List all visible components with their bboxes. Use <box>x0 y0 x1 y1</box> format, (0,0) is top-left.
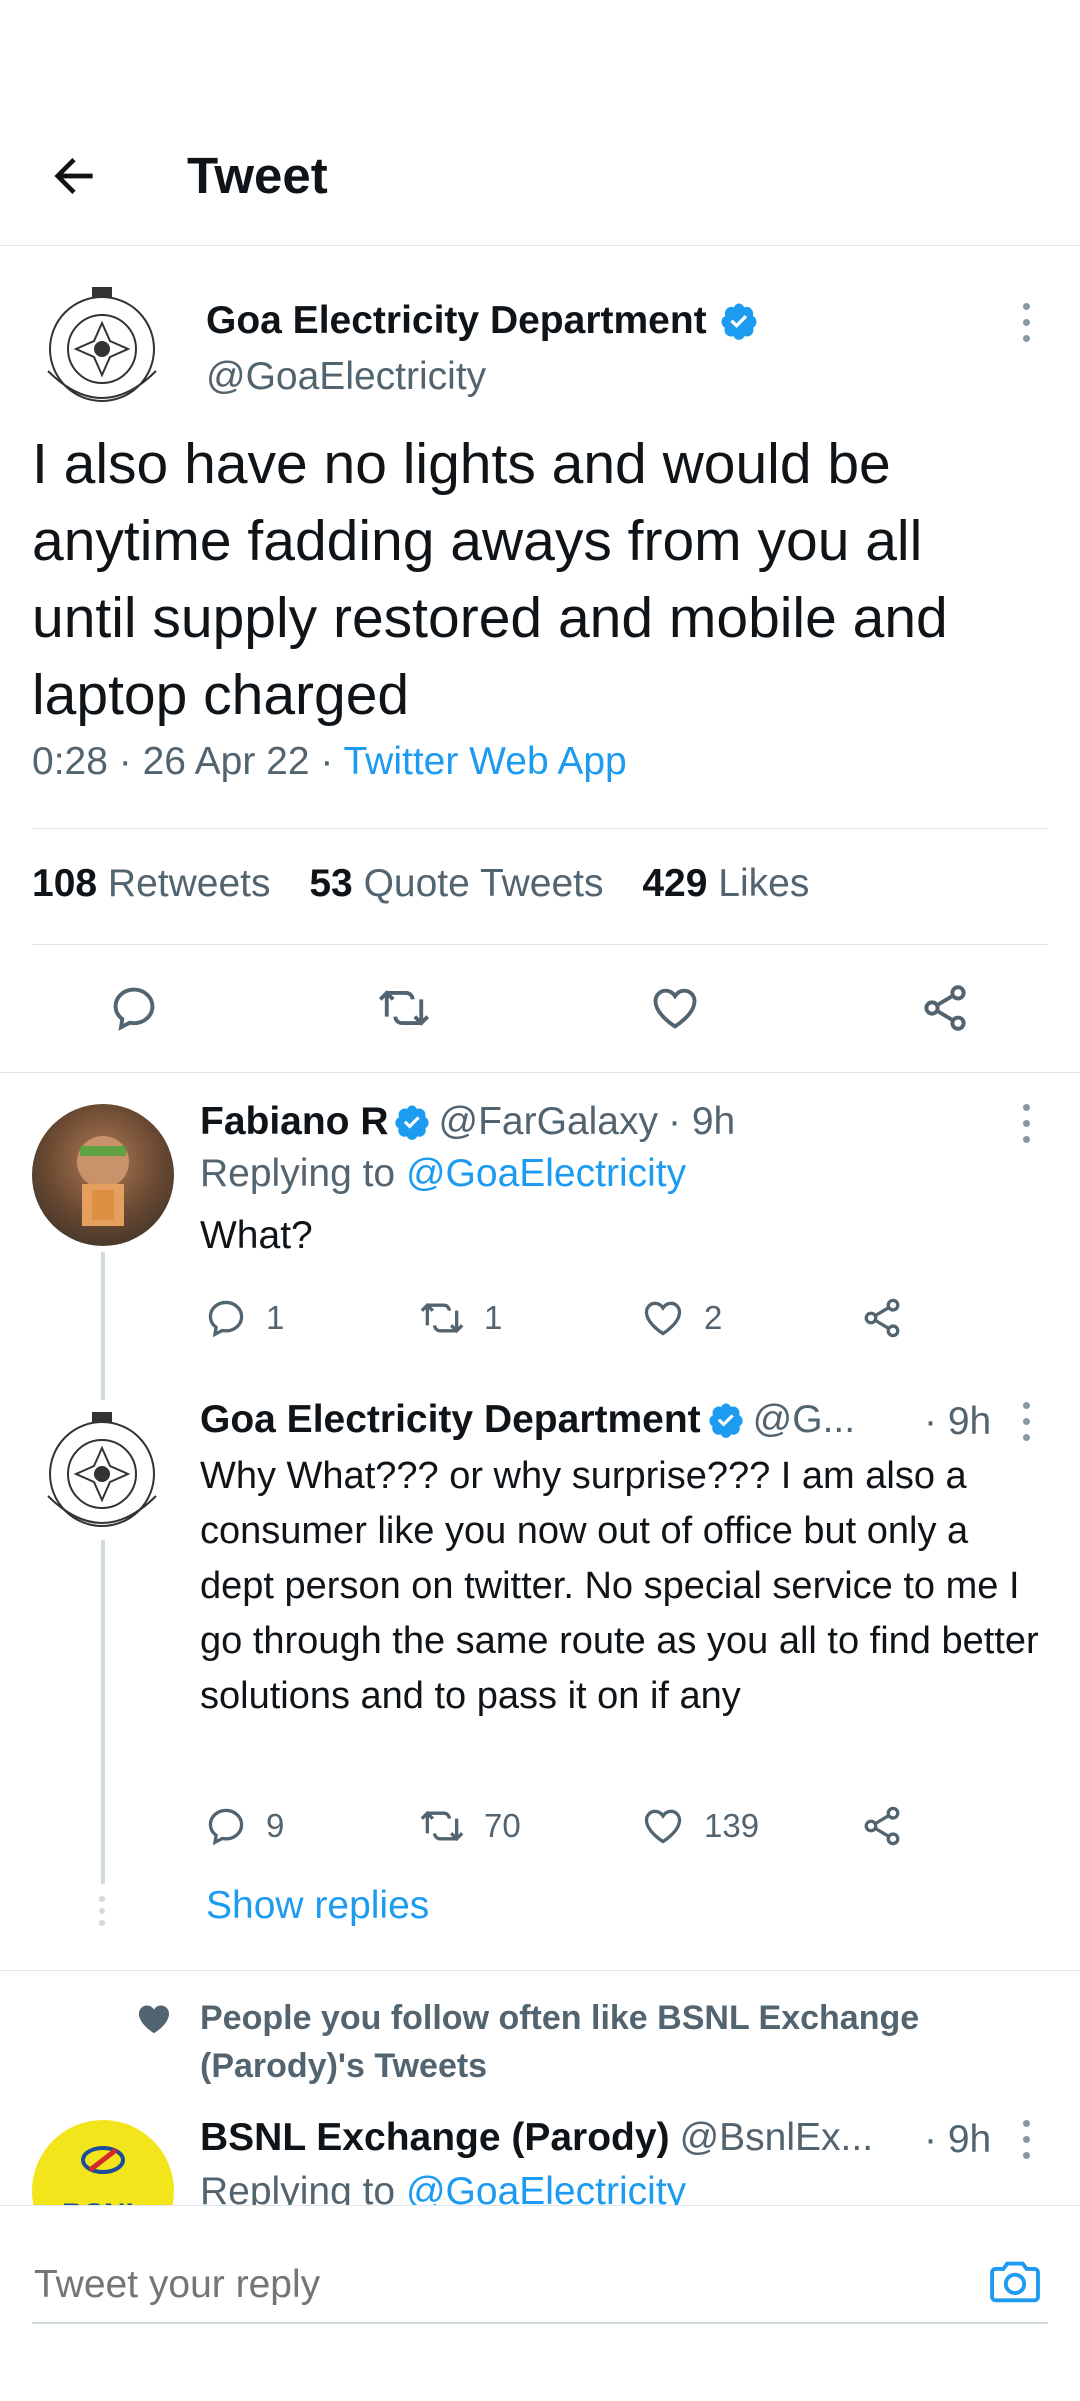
share-button[interactable] <box>860 1296 904 1340</box>
avatar[interactable] <box>32 1104 174 1246</box>
like-button[interactable]: 2 <box>640 1296 722 1340</box>
share-icon <box>924 985 966 1031</box>
reply-count: 9 <box>266 1807 285 1844</box>
tweet-stats: 108 Retweets 53 Quote Tweets 429 Likes <box>32 862 809 906</box>
reply-input[interactable] <box>32 2252 956 2318</box>
retweet-button[interactable]: 70 <box>418 1804 521 1848</box>
quotes-stat[interactable]: 53 Quote Tweets <box>309 862 603 905</box>
share-icon <box>864 1806 900 1846</box>
reply-icon <box>208 1300 244 1338</box>
tweet-timestamp: 0:28 · 26 Apr 22 · <box>32 740 344 783</box>
verified-badge-icon <box>721 303 757 340</box>
like-count: 139 <box>704 1807 760 1844</box>
like-button[interactable]: 139 <box>640 1804 759 1848</box>
retweet-count: 70 <box>484 1807 521 1844</box>
thread-dots-icon <box>99 1896 107 1926</box>
more-options-icon[interactable] <box>1021 303 1031 351</box>
retweet-button[interactable]: 1 <box>418 1296 502 1340</box>
reply-text: What? <box>200 1214 313 1257</box>
reply-author-name[interactable]: Goa Electricity Department <box>200 1398 701 1442</box>
header-divider <box>0 245 1080 246</box>
replying-to-link[interactable]: @GoaElectricity <box>406 2170 686 2206</box>
retweet-icon <box>420 1810 464 1842</box>
government-seal-icon <box>47 1412 157 1527</box>
replying-to-link[interactable]: @GoaElectricity <box>406 1152 686 1195</box>
thread-line <box>101 1252 105 1884</box>
reply-author-name[interactable]: Fabiano R <box>200 1100 389 1144</box>
retweet-icon <box>378 990 430 1026</box>
heart-icon <box>644 1809 682 1844</box>
share-button[interactable] <box>860 1804 904 1848</box>
verified-badge-icon <box>709 1403 743 1438</box>
person-avatar-icon <box>77 1136 129 1226</box>
reply-timestamp: · 9h <box>924 1400 992 1443</box>
retweet-count: 1 <box>484 1299 503 1336</box>
reply-button[interactable]: 1 <box>204 1296 284 1340</box>
reply-author-handle[interactable]: @FarGalaxy <box>439 1100 658 1144</box>
tweet-source-link[interactable]: Twitter Web App <box>344 740 627 783</box>
share-icon <box>864 1298 900 1338</box>
reply-count: 1 <box>266 1299 285 1336</box>
author-name[interactable]: Goa Electricity Department <box>206 299 707 343</box>
page-title: Tweet <box>187 147 328 204</box>
compose-underline <box>32 2322 1048 2324</box>
like-count: 2 <box>704 1299 723 1336</box>
back-button[interactable] <box>46 148 102 204</box>
camera-button[interactable] <box>986 2252 1044 2310</box>
heart-icon <box>644 1301 682 1336</box>
retweet-icon <box>420 1302 464 1334</box>
more-options-icon[interactable] <box>1021 1402 1031 1450</box>
suggested-author-handle[interactable]: @BsnlEx... <box>680 2116 873 2160</box>
actions-divider <box>0 1072 1080 1073</box>
more-options-icon[interactable] <box>1021 2120 1031 2168</box>
section-divider <box>0 1970 1080 1971</box>
reply-icon <box>208 1808 244 1846</box>
avatar[interactable] <box>32 1400 172 1540</box>
social-context-text: People you follow often like BSNL Exchan… <box>200 1999 920 2085</box>
avatar[interactable] <box>32 275 172 415</box>
reply-icon <box>113 987 155 1031</box>
back-arrow-icon <box>54 158 93 194</box>
stats-divider-bottom <box>32 944 1048 945</box>
replying-to-label: Replying to <box>200 2170 406 2206</box>
compose-bar <box>0 2205 1080 2401</box>
reply-text: Why What??? or why surprise??? I am also… <box>200 1455 1039 1717</box>
suggested-author-name[interactable]: BSNL Exchange (Parody) <box>200 2116 670 2160</box>
share-button[interactable] <box>918 982 972 1034</box>
more-options-icon[interactable] <box>1021 1104 1031 1152</box>
heart-filled-icon <box>134 2000 174 2038</box>
reply-button[interactable] <box>108 982 160 1034</box>
verified-badge-icon <box>394 1105 429 1140</box>
heart-icon <box>653 988 697 1029</box>
show-replies-link[interactable]: Show replies <box>206 1884 429 1928</box>
retweets-stat[interactable]: 108 Retweets <box>32 862 271 905</box>
reply-author-handle[interactable]: @G... <box>753 1398 855 1442</box>
like-button[interactable] <box>648 982 702 1034</box>
author-handle[interactable]: @GoaElectricity <box>206 355 486 399</box>
likes-stat[interactable]: 429 Likes <box>642 862 809 905</box>
tweet-text: I also have no lights and would be anyti… <box>32 432 948 727</box>
government-seal-icon <box>47 287 157 402</box>
stats-divider-top <box>32 828 1048 829</box>
replying-to-label: Replying to <box>200 1152 406 1195</box>
camera-icon <box>990 2261 1040 2303</box>
reply-button[interactable]: 9 <box>204 1804 284 1848</box>
retweet-button[interactable] <box>376 982 432 1034</box>
suggested-timestamp: · 9h <box>924 2118 992 2161</box>
reply-timestamp: · 9h <box>668 1100 736 1143</box>
